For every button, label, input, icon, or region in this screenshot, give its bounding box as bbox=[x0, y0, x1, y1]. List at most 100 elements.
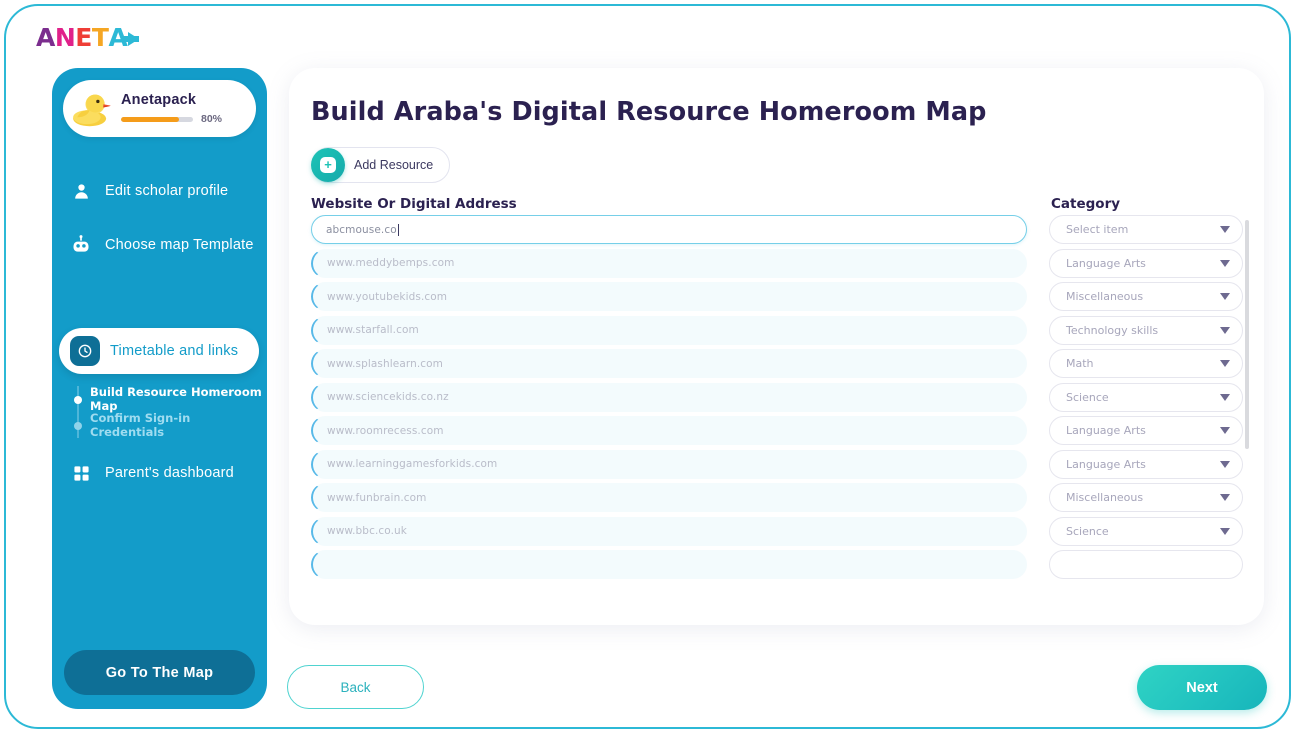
url-input[interactable]: www.funbrain.com bbox=[311, 483, 1027, 512]
go-to-the-map-button[interactable]: Go To The Map bbox=[64, 650, 255, 695]
sidebar-item-edit-scholar-profile[interactable]: Edit scholar profile bbox=[52, 169, 267, 213]
table-row: www.splashlearn.com Math bbox=[301, 349, 1252, 383]
add-resource-button[interactable]: + Add Resource bbox=[311, 147, 451, 183]
rubber-duck-icon bbox=[69, 87, 113, 131]
sidebar-item-parents-dashboard[interactable]: Parent's dashboard bbox=[52, 451, 267, 495]
url-input[interactable]: www.sciencekids.co.nz bbox=[311, 382, 1027, 412]
category-select[interactable]: Miscellaneous bbox=[1049, 282, 1243, 311]
url-input[interactable]: www.bbc.co.uk bbox=[311, 516, 1027, 546]
sidebar-item-timetable-and-links[interactable]: Timetable and links bbox=[59, 328, 259, 374]
robot-icon bbox=[70, 234, 92, 256]
chevron-down-icon bbox=[1220, 226, 1230, 233]
logo-letter-2: N bbox=[54, 22, 76, 52]
url-input[interactable]: www.youtubekids.com bbox=[311, 282, 1027, 311]
category-select[interactable]: Technology skills bbox=[1049, 315, 1243, 345]
column-header-category: Category bbox=[1051, 196, 1121, 212]
rows-scrollbar-track[interactable] bbox=[1245, 218, 1249, 563]
category-select-value: Language Arts bbox=[1066, 424, 1146, 437]
url-input[interactable]: www.starfall.com bbox=[311, 315, 1027, 345]
url-input[interactable]: abcmouse.co bbox=[311, 215, 1027, 244]
main-content-card: Build Araba's Digital Resource Homeroom … bbox=[289, 68, 1264, 625]
plus-glyph: + bbox=[320, 157, 336, 173]
sidebar-sub-items: Build Resource Homeroom Map Confirm Sign… bbox=[52, 385, 267, 439]
sidebar-item-label: Parent's dashboard bbox=[105, 465, 234, 481]
text-caret bbox=[397, 223, 399, 236]
sidebar-subitem-label: Confirm Sign-in Credentials bbox=[90, 411, 191, 439]
category-select-value: Miscellaneous bbox=[1066, 290, 1144, 303]
category-select[interactable]: Language Arts bbox=[1049, 248, 1243, 278]
table-row: www.funbrain.com Miscellaneous bbox=[301, 483, 1252, 517]
url-input[interactable] bbox=[311, 550, 1027, 579]
sidebar-subitem-build-resource-homeroom-map[interactable]: Build Resource Homeroom Map bbox=[52, 385, 267, 413]
chevron-down-icon bbox=[1220, 527, 1230, 535]
resource-rows-list: abcmouse.co Select item www.meddybemps.com… bbox=[301, 215, 1252, 620]
profile-card[interactable]: Anetapack 80% bbox=[63, 80, 256, 137]
category-select-value: Language Arts bbox=[1066, 256, 1146, 270]
plus-icon: + bbox=[311, 148, 345, 182]
category-select[interactable] bbox=[1049, 550, 1243, 579]
category-select[interactable]: Science bbox=[1049, 516, 1243, 546]
arrow-right-icon bbox=[122, 31, 140, 46]
profile-text: Anetapack 80% bbox=[121, 92, 222, 125]
progress-label: 80% bbox=[201, 113, 223, 125]
category-select[interactable]: Science bbox=[1049, 382, 1243, 412]
table-row: www.sciencekids.co.nz Science bbox=[301, 382, 1252, 417]
profile-progress: 80% bbox=[121, 113, 222, 125]
url-input[interactable]: www.roomrecess.com bbox=[311, 416, 1027, 445]
category-select-value: Language Arts bbox=[1066, 457, 1146, 471]
back-button[interactable]: Back bbox=[287, 665, 424, 709]
category-select[interactable]: Select item bbox=[1049, 215, 1243, 244]
category-select[interactable]: Math bbox=[1049, 349, 1243, 378]
category-select[interactable]: Miscellaneous bbox=[1049, 483, 1243, 512]
grid-icon bbox=[70, 462, 92, 484]
category-select[interactable]: Language Arts bbox=[1049, 416, 1243, 445]
url-input[interactable]: www.splashlearn.com bbox=[311, 349, 1027, 378]
table-row: www.starfall.com Technology skills bbox=[301, 315, 1252, 350]
chevron-down-icon bbox=[1220, 393, 1230, 401]
progress-track bbox=[121, 116, 193, 122]
url-input[interactable]: www.learninggamesforkids.com bbox=[311, 449, 1027, 479]
logo-letter-3: E bbox=[75, 22, 92, 52]
category-select-value: Science bbox=[1066, 524, 1109, 538]
url-input[interactable]: www.meddybemps.com bbox=[311, 248, 1027, 278]
chevron-down-icon bbox=[1220, 326, 1230, 334]
table-row: www.learninggamesforkids.com Language Art… bbox=[301, 449, 1252, 484]
chevron-down-icon bbox=[1220, 293, 1230, 300]
url-input-value: www.roomrecess.com bbox=[327, 424, 444, 437]
progress-fill bbox=[121, 116, 179, 122]
logo-letter-1: A bbox=[36, 22, 55, 52]
sidebar: Anetapack 80% Edit scholar profile Choos… bbox=[52, 68, 267, 709]
add-resource-label: Add Resource bbox=[354, 158, 434, 172]
sidebar-item-label: Edit scholar profile bbox=[105, 183, 229, 199]
url-input-value: www.learninggamesforkids.com bbox=[327, 458, 498, 470]
table-row: www.meddybemps.com Language Arts bbox=[301, 248, 1252, 283]
table-row: www.bbc.co.uk Science bbox=[301, 516, 1252, 551]
sidebar-subitem-label: Build Resource Homeroom Map bbox=[90, 385, 262, 413]
sidebar-item-label: Choose map Template bbox=[105, 237, 254, 253]
rows-scrollbar-thumb[interactable] bbox=[1245, 220, 1249, 449]
next-button[interactable]: Next bbox=[1137, 665, 1267, 710]
page-title: Build Araba's Digital Resource Homeroom … bbox=[311, 97, 987, 127]
category-select-value: Math bbox=[1066, 357, 1094, 370]
url-input-value: www.bbc.co.uk bbox=[327, 525, 407, 537]
url-input-value: www.sciencekids.co.nz bbox=[327, 391, 449, 403]
category-select-value: Technology skills bbox=[1066, 323, 1159, 337]
category-select[interactable]: Language Arts bbox=[1049, 449, 1243, 479]
url-input-value: abcmouse.co bbox=[326, 223, 397, 236]
sidebar-item-label: Timetable and links bbox=[110, 343, 239, 359]
url-input-value: www.starfall.com bbox=[327, 324, 419, 336]
chevron-down-icon bbox=[1220, 494, 1230, 501]
bullet-icon bbox=[74, 422, 82, 430]
url-input-value: www.splashlearn.com bbox=[327, 357, 444, 370]
table-row: www.roomrecess.com Language Arts bbox=[301, 416, 1252, 450]
url-input-value: www.youtubekids.com bbox=[327, 290, 448, 303]
user-icon bbox=[70, 180, 92, 202]
chevron-down-icon bbox=[1220, 360, 1230, 367]
profile-name: Anetapack bbox=[121, 92, 197, 108]
column-header-url: Website Or Digital Address bbox=[311, 196, 517, 212]
table-row: www.youtubekids.com Miscellaneous bbox=[301, 282, 1252, 316]
sidebar-subitem-confirm-sign-in-credentials[interactable]: Confirm Sign-in Credentials bbox=[52, 411, 267, 439]
chevron-down-icon bbox=[1220, 259, 1230, 267]
sidebar-item-choose-map-template[interactable]: Choose map Template bbox=[52, 223, 267, 267]
app-window: ANETA Anetapack 80% Edit scholar profile… bbox=[4, 4, 1291, 729]
